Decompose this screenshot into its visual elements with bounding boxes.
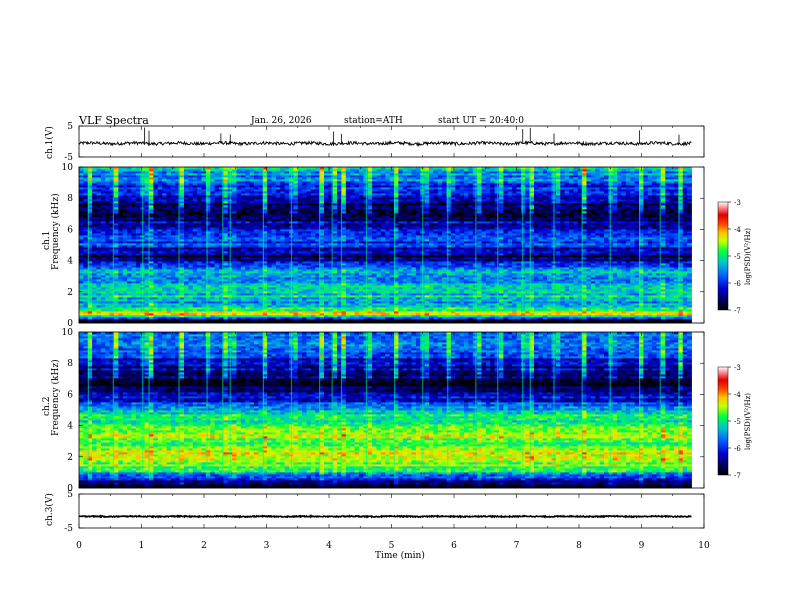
panel-frame (78, 125, 705, 158)
spectrogram-cells (79, 167, 692, 324)
date-label: Jan. 26, 2026 (250, 116, 312, 126)
station-label: station=ATH (344, 116, 403, 126)
waveform-trace (78, 139, 692, 147)
y-tick-label: 5 (67, 122, 73, 132)
x-ticks (78, 126, 705, 157)
ch1-waveform-panel: 5 -5 (64, 122, 705, 163)
y-tick-label: -5 (64, 153, 73, 163)
start-time-label: start UT = 20:40:0 (438, 116, 524, 126)
ch1-spectrogram-panel: 0246810 (62, 163, 705, 329)
figure-title: VLF Spectra (78, 114, 149, 127)
vlf-figure: VLF Spectra Jan. 26, 2026 station=ATH st… (42, 114, 752, 561)
